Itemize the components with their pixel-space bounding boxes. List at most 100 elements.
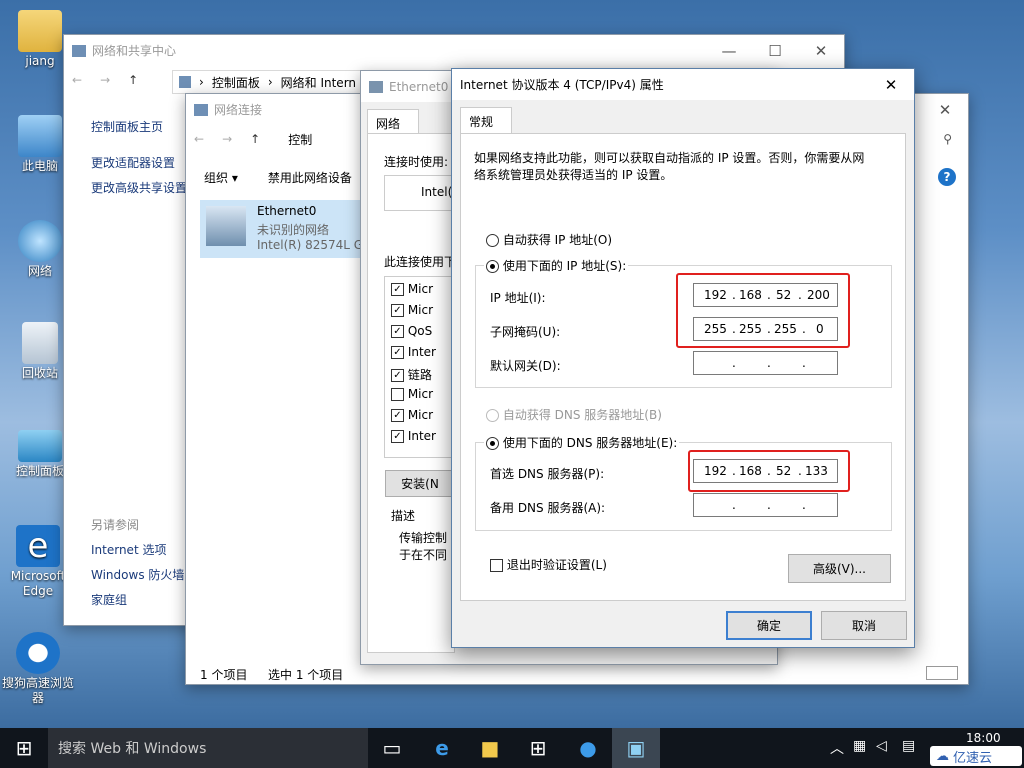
list-item[interactable]: Micr (391, 387, 433, 401)
checkbox[interactable]: ✓ (391, 430, 404, 443)
maximize-button[interactable]: ☐ (752, 35, 798, 66)
validate-checkbox[interactable] (490, 559, 503, 572)
description-text-2: 于在不同 (399, 548, 448, 562)
manual-ip-option[interactable]: 使用下面的 IP 地址(S): (484, 257, 629, 274)
network-center-icon (72, 44, 86, 57)
gateway-field[interactable]: ... (693, 351, 838, 375)
tray-volume-icon[interactable]: ◁ (876, 738, 887, 754)
up-arrow-icon[interactable]: ↑ (250, 132, 260, 146)
sidebar-item-adapter-settings[interactable]: 更改适配器设置 (91, 154, 175, 171)
breadcrumb-control[interactable]: 控制 (288, 131, 312, 148)
subnet-mask-label: 子网掩码(U): (490, 325, 561, 339)
tray-chevron-icon[interactable]: ︿ (830, 738, 844, 758)
network-globe-icon (18, 220, 62, 262)
checkbox[interactable]: ✓ (391, 409, 404, 422)
control-panel-taskbar-icon[interactable]: ▣ (612, 728, 660, 768)
tab-network[interactable]: 网络 (367, 109, 419, 133)
checkbox[interactable]: ✓ (391, 325, 404, 338)
close-button[interactable]: ✕ (798, 35, 844, 66)
breadcrumb-network-internet[interactable]: 网络和 Intern (281, 74, 356, 91)
auto-ip-label: 自动获得 IP 地址(O) (502, 233, 613, 247)
forward-arrow-icon[interactable]: → (100, 73, 110, 87)
back-arrow-icon[interactable]: ← (72, 73, 82, 87)
taskbar-search-box[interactable]: 搜索 Web 和 Windows (48, 728, 368, 768)
adapter-name: Intel( (421, 185, 453, 199)
clock-time[interactable]: 18:00 (966, 731, 1001, 745)
checkbox[interactable]: ✓ (391, 369, 404, 382)
checkbox[interactable] (391, 388, 404, 401)
dialog-close-button[interactable]: ✕ (868, 69, 914, 100)
components-list[interactable]: ✓ Micr ✓ Micr ✓ QoS ✓ Inter ✓ 链路 Micr ✓ … (384, 276, 456, 458)
adapter-field: Intel( (384, 175, 454, 211)
up-arrow-icon[interactable]: ↑ (128, 73, 138, 87)
dns-highlight-box (688, 450, 850, 492)
organize-menu[interactable]: 组织 ▾ (204, 169, 238, 186)
tray-network-icon[interactable]: ▦ (853, 738, 866, 754)
list-item[interactable]: ✓ Micr (391, 282, 433, 296)
cancel-button[interactable]: 取消 (821, 611, 907, 640)
adapter-small-icon (369, 80, 383, 93)
connection-name: Ethernet0 (257, 204, 317, 218)
file-explorer-icon[interactable]: ■ (466, 728, 514, 768)
desktop-icon-sogou[interactable]: 搜狗高速浏览器 (0, 632, 76, 706)
manual-ip-radio[interactable] (486, 260, 499, 273)
description-heading: 描述 (391, 509, 416, 523)
dialog-title: Internet 协议版本 4 (TCP/IPv4) 属性 (460, 78, 664, 92)
manual-dns-radio[interactable] (486, 437, 499, 450)
forward-arrow-icon[interactable]: → (222, 132, 232, 146)
edge-taskbar-icon[interactable]: e (418, 728, 466, 768)
sidebar-item-sharing-settings[interactable]: 更改高级共享设置 (91, 179, 187, 196)
ok-button[interactable]: 确定 (726, 611, 812, 640)
sogou-taskbar-icon[interactable]: ● (564, 728, 612, 768)
sidebar-item-home[interactable]: 控制面板主页 (91, 118, 163, 135)
store-icon[interactable]: ⊞ (514, 728, 562, 768)
auto-dns-option[interactable]: 自动获得 DNS 服务器地址(B) (486, 406, 662, 423)
see-also-heading: 另请参阅 (91, 518, 140, 532)
search-icon[interactable]: ⚲ (943, 132, 952, 146)
control-panel-small-icon (179, 76, 191, 88)
gateway-label: 默认网关(D): (490, 359, 561, 373)
list-item[interactable]: ✓ 链路 (391, 366, 432, 383)
taskbar: ⊞ 搜索 Web 和 Windows ▭ e ■ ⊞ ● ▣ ︿ ▦ ◁ ▤ 1… (0, 728, 1024, 768)
list-item[interactable]: ✓ Micr (391, 408, 433, 422)
task-view-icon[interactable]: ▭ (368, 728, 416, 768)
help-icon[interactable]: ? (938, 168, 956, 186)
manual-ip-label: 使用下面的 IP 地址(S): (502, 259, 627, 273)
auto-ip-radio[interactable] (486, 234, 499, 247)
breadcrumb-control-panel[interactable]: 控制面板 (212, 74, 260, 91)
see-also-homegroup[interactable]: 家庭组 (91, 591, 127, 608)
validate-label: 退出时验证设置(L) (506, 558, 607, 572)
advanced-button[interactable]: 高级(V)... (788, 554, 891, 583)
list-item[interactable]: ✓ Micr (391, 303, 433, 317)
see-also-internet-options[interactable]: Internet 选项 (91, 541, 166, 558)
list-item[interactable]: ✓ Inter (391, 429, 436, 443)
auto-dns-radio[interactable] (486, 409, 499, 422)
breadcrumb-separator: › (199, 75, 204, 89)
minimize-button[interactable]: — (706, 35, 752, 66)
tray-message-icon[interactable]: ▤ (902, 738, 915, 754)
close-button[interactable]: ✕ (922, 94, 968, 125)
disable-device-button[interactable]: 禁用此网络设备 (268, 169, 352, 186)
start-windows-icon[interactable]: ⊞ (0, 728, 48, 768)
checkbox[interactable]: ✓ (391, 283, 404, 296)
list-item[interactable]: ✓ Inter (391, 345, 436, 359)
checkbox[interactable]: ✓ (391, 346, 404, 359)
connection-item-ethernet0[interactable]: Ethernet0 未识别的网络 Intel(R) 82574L Gi (200, 200, 374, 258)
ipv4-properties-dialog: Internet 协议版本 4 (TCP/IPv4) 属性 ✕ 常规 如果网络支… (451, 68, 915, 648)
description-text-1: 传输控制 (399, 531, 448, 545)
validate-option[interactable]: 退出时验证设置(L) (490, 556, 607, 573)
auto-dns-label: 自动获得 DNS 服务器地址(B) (502, 408, 662, 422)
list-item[interactable]: ✓ QoS (391, 324, 432, 338)
network-connections-icon (194, 103, 208, 116)
ip-highlight-box (676, 273, 850, 348)
install-button[interactable]: 安装(N (385, 470, 455, 497)
checkbox[interactable]: ✓ (391, 304, 404, 317)
see-also-firewall[interactable]: Windows 防火墙 (91, 566, 184, 583)
view-toggle-icon[interactable] (926, 666, 958, 680)
back-arrow-icon[interactable]: ← (194, 132, 204, 146)
auto-ip-option[interactable]: 自动获得 IP 地址(O) (486, 231, 612, 248)
alternate-dns-field[interactable]: ... (693, 493, 838, 517)
intro-text: 如果网络支持此功能，则可以获取自动指派的 IP 设置。否则，你需要从网络系统管理… (474, 151, 865, 182)
manual-dns-option[interactable]: 使用下面的 DNS 服务器地址(E): (484, 434, 680, 451)
tab-general[interactable]: 常规 (460, 107, 512, 134)
